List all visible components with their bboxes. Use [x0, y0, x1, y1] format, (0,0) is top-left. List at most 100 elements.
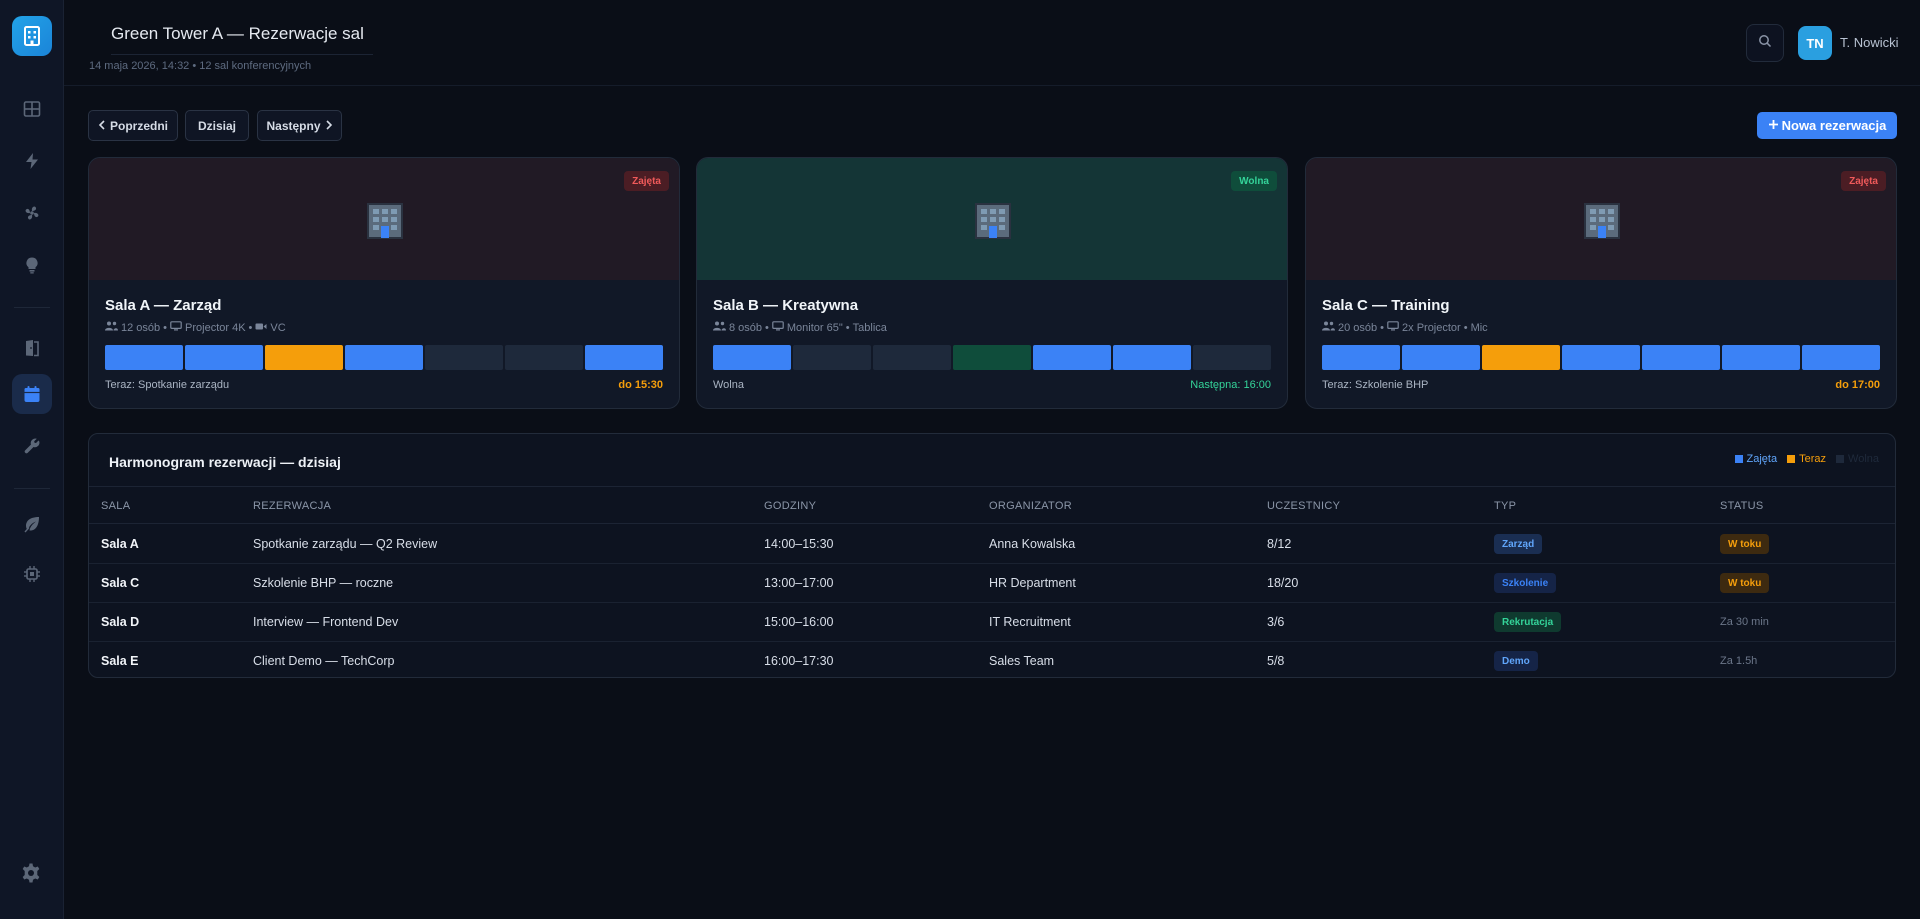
previous-label: Poprzedni — [109, 118, 168, 133]
room-equipment-1: Projector 4K — [185, 321, 246, 334]
room-status-badge: Wolna — [1231, 171, 1277, 191]
leaf-icon[interactable] — [12, 504, 52, 544]
room-timeline — [713, 345, 1271, 370]
status-text: Za 1.5h — [1720, 655, 1758, 667]
cell-organizer: IT Recruitment — [989, 615, 1071, 629]
status-badge: W toku — [1720, 573, 1770, 593]
time-slot[interactable] — [1562, 345, 1640, 370]
lightning-icon[interactable] — [12, 141, 52, 181]
time-slot[interactable] — [953, 345, 1031, 370]
room-equipment-2: VC — [270, 321, 286, 334]
search-icon — [1758, 34, 1772, 53]
room-current-event: Teraz: Spotkanie zarządu — [105, 379, 230, 391]
nav-divider — [14, 307, 50, 308]
meta-separator: • — [248, 321, 253, 334]
schedule-legend: Zajęta Teraz Wolna — [1734, 453, 1879, 465]
search-button[interactable] — [1746, 24, 1784, 62]
meta-separator: • — [1463, 321, 1468, 334]
room-equipment-2: Mic — [1470, 321, 1488, 334]
room-name: Sala B — Kreatywna — [713, 297, 859, 314]
time-slot[interactable] — [1193, 345, 1271, 370]
building-icon — [972, 200, 1014, 242]
room-capacity: 12 osób — [121, 321, 161, 334]
time-slot[interactable] — [1113, 345, 1191, 370]
table-row[interactable]: Sala C Szkolenie BHP — roczne 13:00–17:0… — [89, 564, 1895, 603]
nav-divider — [14, 488, 50, 489]
time-slot[interactable] — [1322, 345, 1400, 370]
table-row[interactable]: Sala D Interview — Frontend Dev 15:00–16… — [89, 603, 1895, 642]
meta-separator: • — [1380, 321, 1385, 334]
monitor-icon — [772, 321, 784, 334]
time-slot[interactable] — [713, 345, 791, 370]
cell-booking: Spotkanie zarządu — Q2 Review — [253, 537, 438, 551]
chip-icon[interactable] — [12, 554, 52, 594]
cell-hours: 13:00–17:00 — [764, 576, 834, 590]
fan-icon[interactable] — [12, 193, 52, 233]
table-row[interactable]: Sala A Spotkanie zarządu — Q2 Review 14:… — [89, 525, 1895, 564]
meta-separator: • — [765, 321, 769, 334]
people-icon — [713, 321, 726, 334]
col-booking: REZERWACJA — [253, 500, 332, 512]
status-text: Za 30 min — [1720, 616, 1769, 628]
plus-icon — [1768, 118, 1779, 133]
room-name: Sala C — Training — [1322, 297, 1450, 314]
calendar-icon[interactable] — [12, 374, 52, 414]
cell-room: Sala A — [101, 537, 139, 551]
cell-organizer: HR Department — [989, 576, 1076, 590]
door-icon[interactable] — [12, 328, 52, 368]
top-header: Green Tower A — Rezerwacje sal 14 maja 2… — [64, 0, 1920, 86]
building-icon — [364, 200, 406, 242]
time-slot[interactable] — [1482, 345, 1560, 370]
next-button[interactable]: Następny — [257, 110, 342, 141]
legend-now: Teraz — [1787, 453, 1826, 465]
time-slot[interactable] — [873, 345, 951, 370]
today-button[interactable]: Dzisiaj — [185, 110, 249, 141]
room-card[interactable]: Zajęta Sala A — Zarząd 12 osób • Project… — [88, 157, 680, 409]
room-until-time: Następna: 16:00 — [1190, 379, 1271, 391]
room-until-time: do 15:30 — [618, 379, 663, 391]
time-slot[interactable] — [345, 345, 423, 370]
dashboard-grid-icon[interactable] — [12, 89, 52, 129]
time-slot[interactable] — [1033, 345, 1111, 370]
col-participants: UCZESTNICY — [1267, 500, 1341, 512]
legend-now-label: Teraz — [1799, 453, 1827, 465]
previous-button[interactable]: Poprzedni — [88, 110, 178, 141]
time-slot[interactable] — [105, 345, 183, 370]
room-status-badge: Zajęta — [1841, 171, 1886, 191]
building-logo-icon[interactable] — [12, 16, 52, 56]
user-avatar[interactable]: TN — [1798, 26, 1832, 60]
cell-booking: Interview — Frontend Dev — [253, 615, 399, 629]
time-slot[interactable] — [585, 345, 663, 370]
time-slot[interactable] — [505, 345, 583, 370]
cell-participants: 8/12 — [1267, 537, 1292, 551]
status-badge: W toku — [1720, 534, 1770, 554]
schedule-title: Harmonogram rezerwacji — dzisiaj — [109, 454, 341, 470]
time-slot[interactable] — [425, 345, 503, 370]
wrench-icon[interactable] — [12, 426, 52, 466]
type-badge: Rekrutacja — [1494, 612, 1562, 632]
time-slot[interactable] — [1642, 345, 1720, 370]
table-row[interactable]: Sala E Client Demo — TechCorp 16:00–17:3… — [89, 642, 1895, 677]
settings-gear-icon[interactable] — [20, 862, 42, 889]
page-title: Green Tower A — Rezerwacje sal — [111, 24, 373, 55]
time-slot[interactable] — [265, 345, 343, 370]
time-slot[interactable] — [1722, 345, 1800, 370]
lightbulb-icon[interactable] — [12, 245, 52, 285]
col-organizer: ORGANIZATOR — [989, 500, 1072, 512]
room-card[interactable]: Zajęta Sala C — Training 20 osób • 2x Pr… — [1305, 157, 1897, 409]
time-slot[interactable] — [185, 345, 263, 370]
room-capacity: 8 osób — [729, 321, 763, 334]
time-slot[interactable] — [1802, 345, 1880, 370]
user-name[interactable]: T. Nowicki — [1840, 35, 1899, 50]
legend-free: Wolna — [1836, 453, 1879, 465]
cell-organizer: Anna Kowalska — [989, 537, 1076, 551]
new-reservation-button[interactable]: Nowa rezerwacja — [1757, 112, 1897, 139]
room-name: Sala A — Zarząd — [105, 297, 222, 314]
cell-participants: 18/20 — [1267, 576, 1299, 590]
room-card[interactable]: Wolna Sala B — Kreatywna 8 osób • Monito… — [696, 157, 1288, 409]
room-equipment-1: 2x Projector — [1402, 321, 1461, 334]
time-slot[interactable] — [793, 345, 871, 370]
cell-booking: Szkolenie BHP — roczne — [253, 576, 394, 590]
cell-participants: 3/6 — [1267, 615, 1285, 629]
time-slot[interactable] — [1402, 345, 1480, 370]
